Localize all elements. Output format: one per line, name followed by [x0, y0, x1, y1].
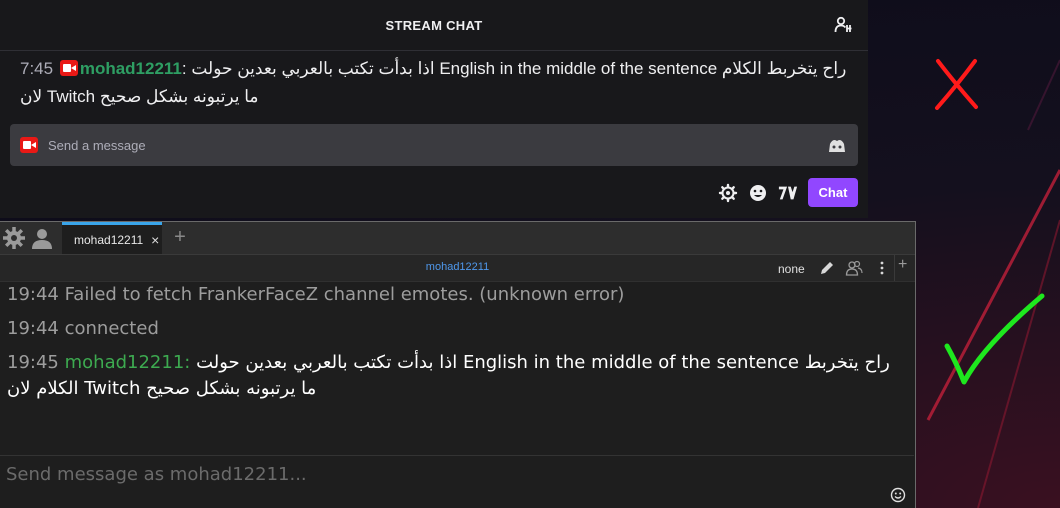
- message-username[interactable]: mohad12211: [80, 59, 182, 78]
- add-split-button[interactable]: +: [898, 256, 907, 274]
- chatterino-window: mohad12211 × + mohad12211 none + 19:44 F…: [0, 221, 916, 508]
- chat-input[interactable]: Send message as mohad12211...: [0, 455, 914, 508]
- chat-header: STREAM CHAT: [0, 0, 868, 51]
- broadcaster-badge-icon[interactable]: [59, 60, 78, 76]
- chat-title: STREAM CHAT: [385, 17, 483, 33]
- chat-mode-indicator[interactable]: none: [778, 262, 805, 276]
- 7tv-icon[interactable]: [778, 183, 798, 203]
- bits-icon[interactable]: [826, 136, 848, 154]
- moderation-pencil-icon[interactable]: [818, 259, 836, 277]
- chat-message: 7:45 mohad12211: اذا بدأت تكتب بالعربي ب…: [20, 55, 848, 111]
- message-separator: :: [181, 59, 187, 78]
- message-timestamp: 7:45: [20, 59, 54, 78]
- more-options-icon[interactable]: [873, 259, 891, 277]
- message-username[interactable]: mohad12211: [65, 352, 185, 373]
- split-header: mohad12211 none +: [0, 255, 915, 282]
- chat-actions: Chat: [718, 178, 858, 207]
- message-timestamp: 19:44: [7, 318, 59, 339]
- system-message: 19:44 connected: [0, 316, 914, 342]
- message-text: Failed to fetch FrankerFaceZ channel emo…: [64, 284, 625, 305]
- settings-gear-icon[interactable]: [2, 226, 26, 250]
- tab-mohad12211[interactable]: mohad12211 ×: [62, 222, 162, 254]
- message-list: 19:44 Failed to fetch FrankerFaceZ chann…: [0, 282, 914, 402]
- settings-gear-icon[interactable]: [718, 183, 738, 203]
- message-timestamp: 19:44: [7, 284, 59, 305]
- chat-message: 19:45 mohad12211: اذا بدأت تكتب بالعربي …: [0, 350, 914, 402]
- header-divider: [894, 255, 895, 281]
- viewer-list-icon[interactable]: [845, 259, 863, 277]
- green-check-mark: [944, 293, 1045, 385]
- message-timestamp: 19:45: [7, 352, 59, 373]
- message-text: connected: [64, 318, 159, 339]
- chat-input-placeholder: Send message as mohad12211...: [6, 464, 307, 485]
- chat-input-placeholder: Send a message: [48, 137, 146, 153]
- community-users-icon[interactable]: [834, 15, 854, 35]
- tab-bar: mohad12211 × +: [0, 222, 915, 255]
- emote-smiley-icon[interactable]: [748, 183, 768, 203]
- chat-input[interactable]: Send a message: [10, 124, 858, 166]
- broadcaster-badge-icon: [20, 137, 38, 153]
- red-x-mark: [935, 59, 978, 110]
- twitch-stream-chat: STREAM CHAT 7:45 mohad12211: اذا بدأت تك…: [0, 0, 868, 218]
- message-separator: :: [184, 352, 191, 373]
- tab-label: mohad12211: [74, 232, 144, 247]
- tab-close-icon[interactable]: ×: [151, 232, 159, 248]
- chat-send-button[interactable]: Chat: [808, 178, 858, 207]
- add-tab-button[interactable]: +: [168, 222, 192, 254]
- emote-picker-icon[interactable]: [890, 487, 906, 503]
- system-message: 19:44 Failed to fetch FrankerFaceZ chann…: [0, 282, 914, 308]
- account-user-icon[interactable]: [30, 226, 54, 250]
